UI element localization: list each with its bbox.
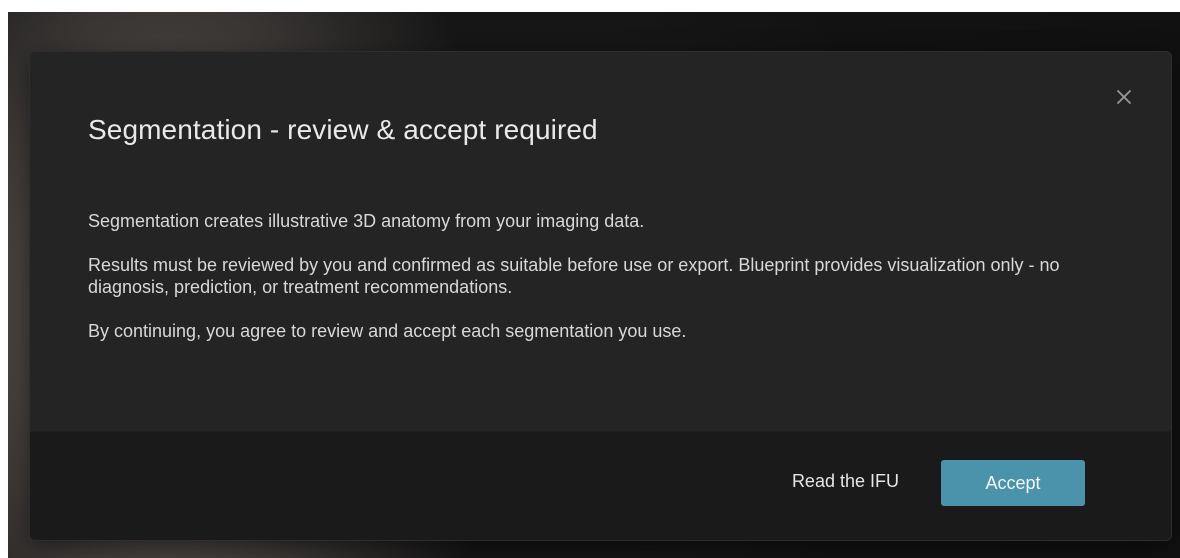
read-ifu-link[interactable]: Read the IFU	[792, 471, 899, 492]
dialog-title: Segmentation - review & accept required	[88, 114, 598, 145]
dialog-footer: Read the IFU Accept	[30, 431, 1171, 540]
dialog-body: Segmentation creates illustrative 3D ana…	[88, 210, 1108, 364]
accept-button[interactable]: Accept	[941, 460, 1085, 506]
body-paragraph-1: Segmentation creates illustrative 3D ana…	[88, 211, 645, 231]
body-paragraph-3: By continuing, you agree to review and a…	[88, 321, 687, 341]
close-icon	[1117, 90, 1131, 104]
close-button[interactable]	[1113, 86, 1135, 108]
body-paragraph-2: Results must be reviewed by you and conf…	[88, 255, 1060, 297]
segmentation-dialog: Segmentation - review & accept required …	[30, 52, 1171, 540]
